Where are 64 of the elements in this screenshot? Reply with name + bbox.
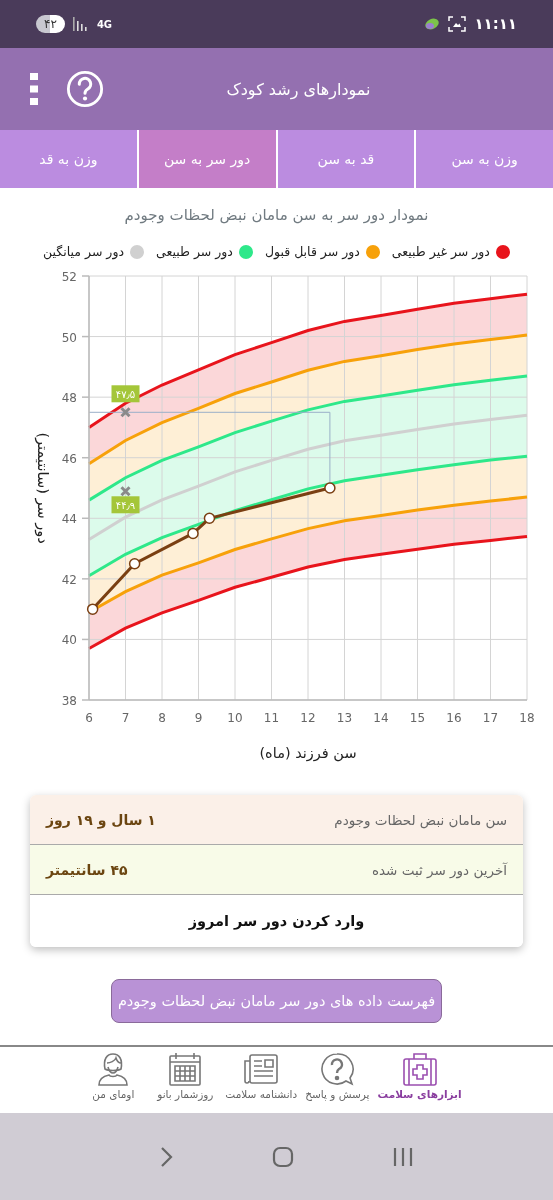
x-tick-label: 17 bbox=[482, 711, 499, 725]
y-tick-label: 50 bbox=[61, 330, 77, 345]
legend-label: دور سر غیر طبیعی bbox=[391, 244, 490, 259]
marker-cross-icon bbox=[120, 485, 131, 497]
y-tick-label: 48 bbox=[61, 391, 77, 406]
y-tick-label: 42 bbox=[61, 572, 77, 587]
x-tick-label: 8 bbox=[158, 711, 166, 725]
x-tick-label: 10 bbox=[227, 711, 243, 725]
first-aid-kit-icon bbox=[400, 1051, 439, 1087]
data-point bbox=[86, 603, 99, 615]
battery-indicator: ۴۲ bbox=[36, 15, 65, 33]
y-tick-label: 40 bbox=[61, 633, 77, 648]
data-point bbox=[187, 527, 199, 540]
back-icon[interactable] bbox=[159, 1145, 174, 1168]
data-point bbox=[324, 482, 336, 494]
signal-icon bbox=[72, 17, 89, 31]
newspaper-icon bbox=[242, 1051, 281, 1087]
x-tick-label: 6 bbox=[85, 711, 93, 725]
nav-item[interactable]: پرسش و پاسخ bbox=[303, 1047, 372, 1113]
more-menu-icon[interactable] bbox=[30, 73, 38, 105]
nav-item[interactable]: روزشمار بانو bbox=[151, 1047, 220, 1113]
recent-apps-icon[interactable] bbox=[391, 1145, 414, 1168]
legend-label: دور سر میانگین bbox=[43, 244, 124, 259]
annotation: ۴۷٫۵ bbox=[115, 389, 136, 401]
x-axis-title: سن فرزند (ماه) bbox=[259, 745, 357, 761]
value-tag: ۴۷٫۵ bbox=[111, 385, 140, 403]
x-tick-label: 16 bbox=[446, 711, 462, 725]
x-tick-label: 7 bbox=[121, 711, 130, 725]
x-tick-label: 14 bbox=[373, 711, 389, 725]
data-point bbox=[128, 557, 141, 570]
y-axis-title: دور سر (سانتیمتر) bbox=[35, 432, 51, 544]
network-type: 4G bbox=[96, 18, 113, 30]
info-value: ۴۵ سانتیمتر bbox=[46, 861, 128, 878]
x-tick-label: 12 bbox=[300, 711, 316, 725]
info-label: آخرین دور سر ثبت شده bbox=[371, 861, 507, 878]
legend-label: دور سر طبیعی bbox=[156, 244, 233, 259]
info-label: سن مامان نبض لحظات وجودم bbox=[334, 811, 507, 828]
nav-item[interactable]: اومای من bbox=[79, 1047, 148, 1113]
clock: ۱۱:۱۱ bbox=[474, 15, 517, 33]
y-tick-label: 52 bbox=[61, 270, 77, 284]
y-tick-label: 46 bbox=[61, 451, 77, 466]
marker-cross-icon bbox=[120, 406, 131, 418]
screen-title: نمودارهای رشد کودک bbox=[225, 79, 372, 99]
nav-item[interactable]: ابزارهای سلامت bbox=[375, 1047, 464, 1113]
home-icon[interactable] bbox=[271, 1145, 294, 1168]
x-tick-label: 11 bbox=[263, 711, 280, 725]
leaf-icon bbox=[424, 17, 441, 31]
chart-title: نمودار دور سر به سن مامان نبض لحظات وجودم bbox=[123, 206, 430, 224]
x-tick-label: 9 bbox=[194, 711, 203, 725]
question-bubble-icon bbox=[318, 1051, 357, 1087]
info-value: ۱ سال و ۱۹ روز bbox=[46, 811, 156, 828]
annotation: ۴۴٫۹ bbox=[115, 500, 136, 512]
nav-item[interactable]: دانشنامه سلامت bbox=[223, 1047, 300, 1113]
help-icon[interactable] bbox=[66, 70, 104, 108]
screenshot-icon bbox=[448, 16, 467, 32]
x-tick-label: 18 bbox=[519, 711, 535, 725]
enter-head-size-button[interactable]: وارد کردن دور سر امروز bbox=[30, 895, 523, 947]
x-tick-label: 13 bbox=[336, 711, 353, 725]
y-tick-label: 38 bbox=[61, 694, 77, 708]
x-tick-label: 15 bbox=[409, 711, 426, 725]
legend-label: دور سر قابل قبول bbox=[264, 244, 360, 259]
value-tag: ۴۴٫۹ bbox=[111, 496, 140, 514]
y-tick-label: 44 bbox=[61, 512, 77, 527]
data-point bbox=[203, 512, 216, 525]
